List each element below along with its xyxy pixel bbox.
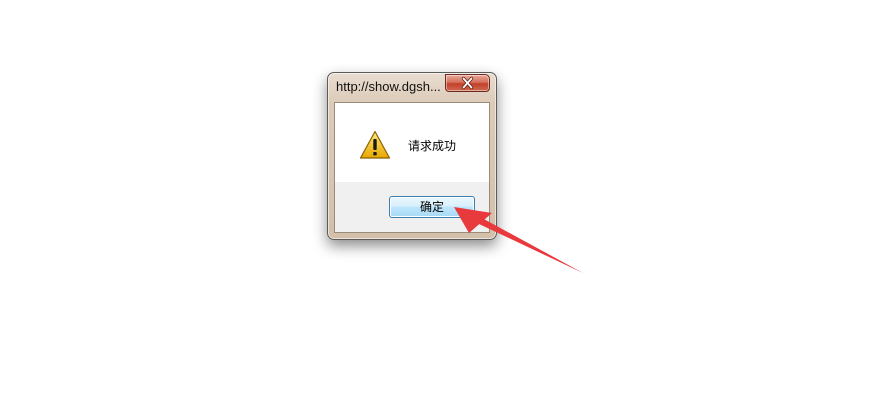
page: http://show.dgsh... 请求成功 确定 [0, 0, 876, 419]
dialog-title: http://show.dgsh... [336, 79, 441, 94]
dialog-message: 请求成功 [408, 139, 457, 153]
ok-button[interactable]: 确定 [389, 196, 475, 218]
warning-icon [359, 130, 391, 159]
close-icon [461, 76, 474, 90]
alert-dialog: http://show.dgsh... 请求成功 确定 [327, 72, 497, 240]
close-button[interactable] [445, 74, 490, 92]
dialog-client-area: 请求成功 确定 [334, 102, 490, 233]
